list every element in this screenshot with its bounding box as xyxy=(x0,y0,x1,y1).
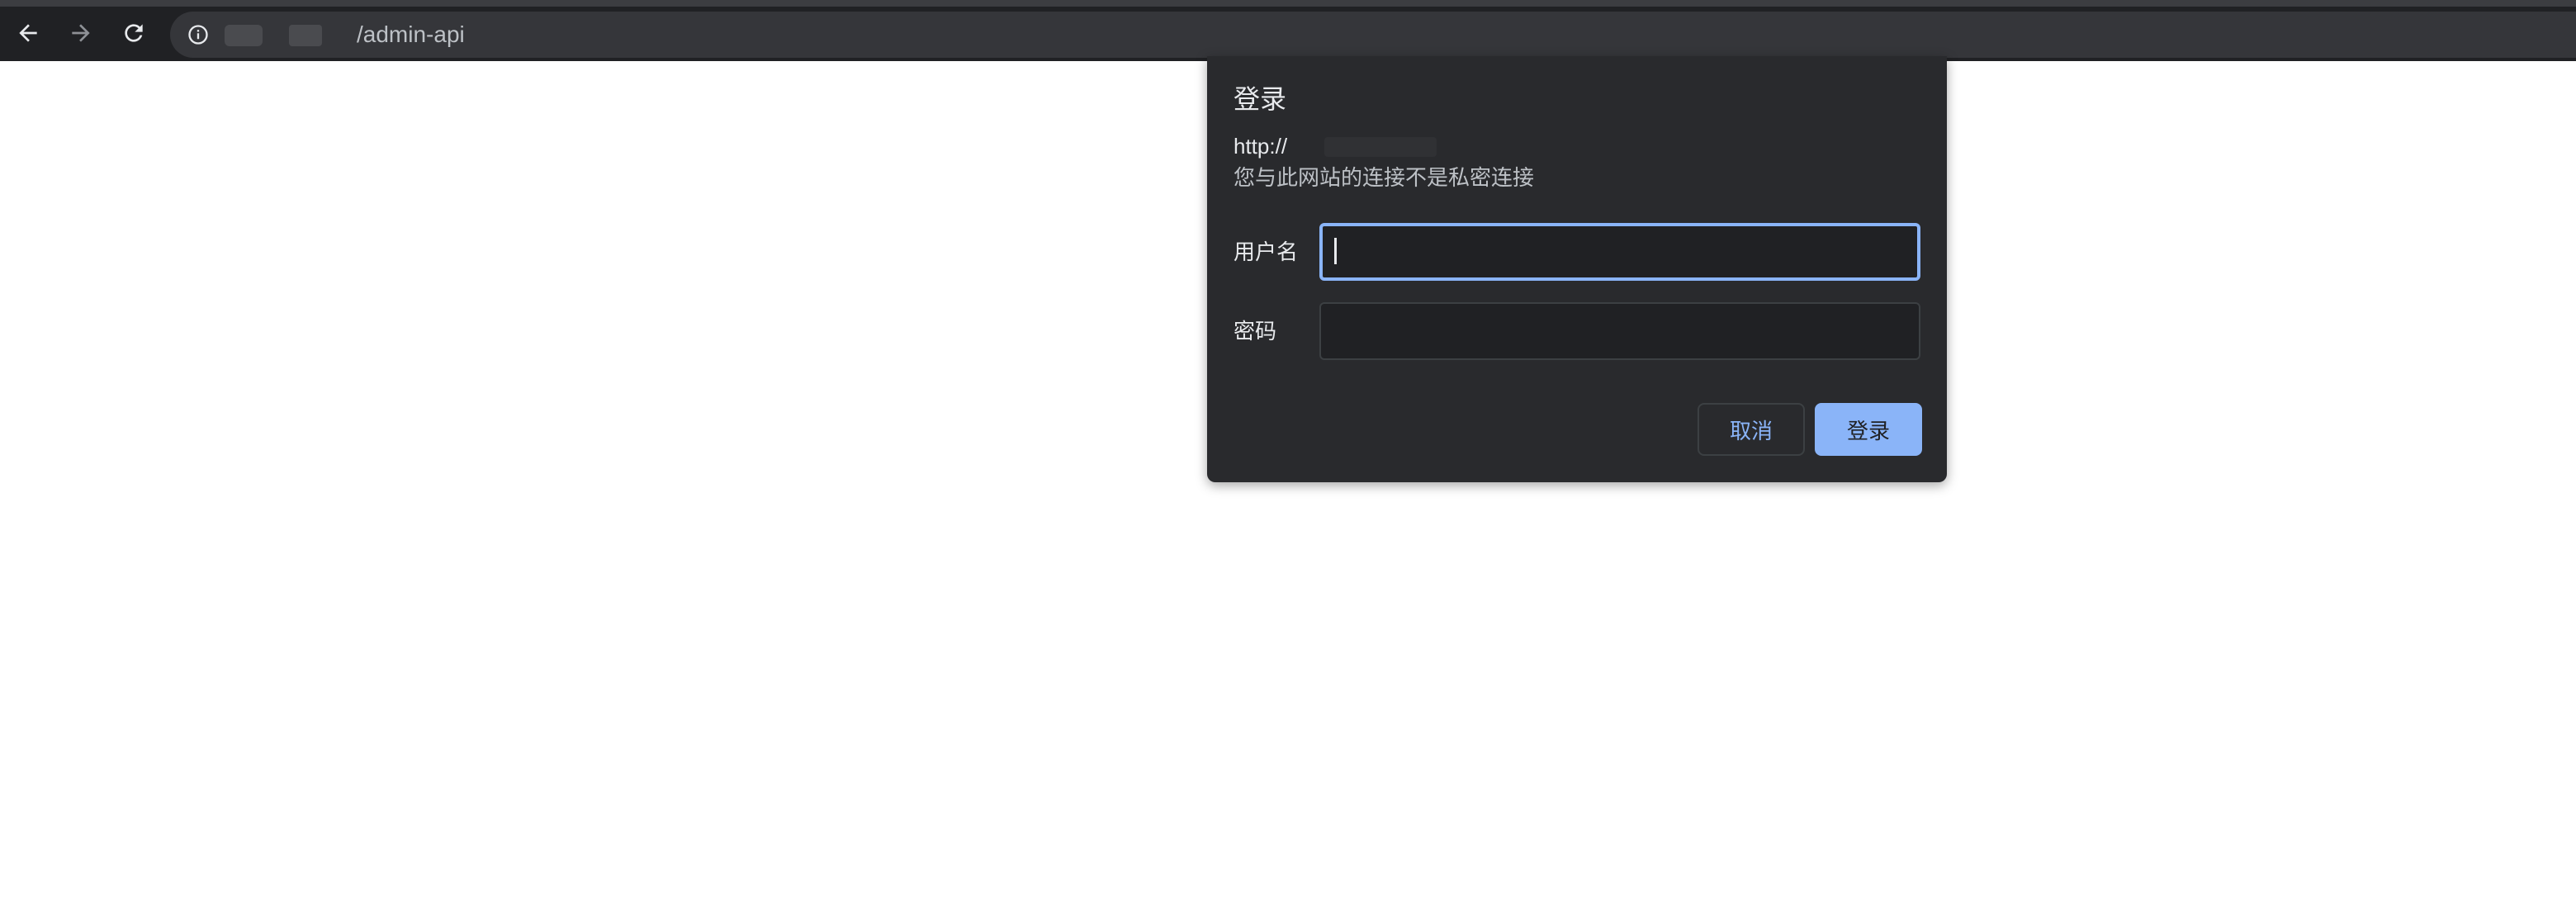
url-path: /admin-api xyxy=(357,21,465,47)
reload-icon xyxy=(125,24,143,42)
arrow-right-icon xyxy=(72,24,90,42)
redacted-url-part xyxy=(289,25,322,46)
connection-warning: 您与此网站的连接不是私密连接 xyxy=(1234,165,1535,190)
info-icon[interactable] xyxy=(187,23,210,46)
redacted-origin xyxy=(1324,137,1437,157)
dialog-origin: http:// xyxy=(1234,134,1288,159)
password-input[interactable] xyxy=(1319,302,1920,360)
cancel-button[interactable]: 取消 xyxy=(1698,403,1805,456)
username-input[interactable] xyxy=(1319,223,1920,281)
username-label: 用户名 xyxy=(1234,239,1299,264)
back-button[interactable] xyxy=(8,13,48,53)
login-dialog: 登录 http:// 您与此网站的连接不是私密连接 用户名 密码 取消 登录 xyxy=(1207,56,1947,482)
reload-button[interactable] xyxy=(114,13,154,53)
forward-button[interactable] xyxy=(61,13,101,53)
text-caret xyxy=(1334,238,1337,264)
password-label: 密码 xyxy=(1234,319,1277,344)
login-button[interactable]: 登录 xyxy=(1815,403,1922,456)
dialog-title: 登录 xyxy=(1234,84,1287,114)
arrow-left-icon xyxy=(19,24,37,42)
redacted-url-part xyxy=(225,25,263,46)
browser-toolbar: /admin-api xyxy=(0,0,2576,61)
address-bar[interactable]: /admin-api xyxy=(170,12,2576,58)
